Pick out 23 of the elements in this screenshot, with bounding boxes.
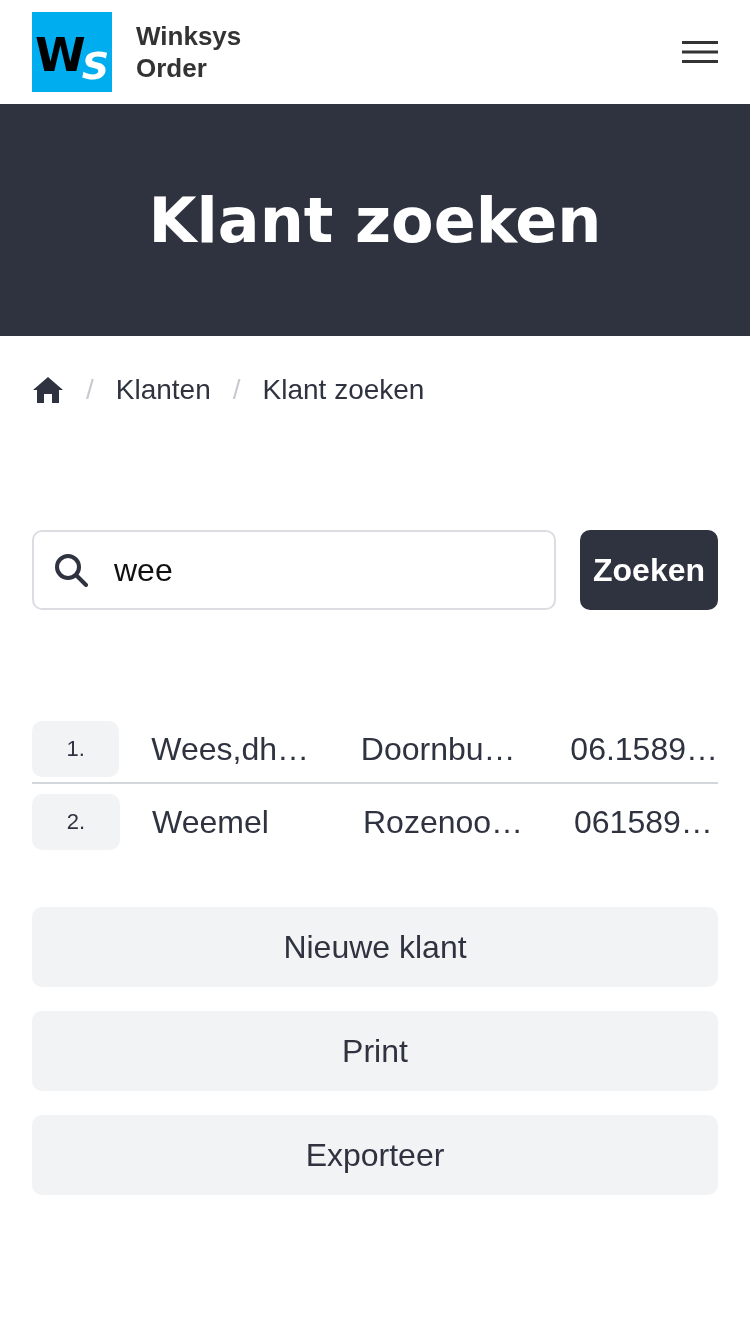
app-name: Order bbox=[136, 52, 208, 84]
breadcrumb-link[interactable]: Klanten bbox=[115, 374, 211, 406]
action-button[interactable]: Nieuwe klant bbox=[32, 907, 718, 987]
search-field[interactable]: wee bbox=[32, 530, 556, 610]
customer-name[interactable]: Weemel bbox=[152, 803, 363, 841]
search-button[interactable]: Zoeken bbox=[580, 530, 718, 610]
row-number: 1. bbox=[32, 721, 120, 777]
home-icon[interactable] bbox=[32, 376, 64, 404]
customer-address[interactable]: Rozenoo… bbox=[363, 803, 574, 841]
breadcrumb-separator: / bbox=[232, 374, 241, 406]
action-button[interactable]: Print bbox=[32, 1011, 718, 1091]
customer-phone[interactable]: 06.1589… bbox=[570, 730, 718, 768]
page-title: Klant zoeken bbox=[148, 183, 602, 257]
app-name: Winksys bbox=[136, 20, 242, 52]
customer-phone[interactable]: 061589… bbox=[574, 803, 713, 841]
menu-icon[interactable] bbox=[682, 40, 718, 64]
row-number: 2. bbox=[32, 794, 120, 850]
customer-name[interactable]: Wees,dh… bbox=[151, 730, 361, 768]
breadcrumb-current: Klant zoeken bbox=[262, 374, 425, 406]
action-button[interactable]: Exporteer bbox=[32, 1115, 718, 1195]
customer-address[interactable]: Doornbu… bbox=[360, 730, 571, 768]
breadcrumb-separator: / bbox=[86, 374, 94, 406]
search-icon bbox=[54, 553, 88, 587]
